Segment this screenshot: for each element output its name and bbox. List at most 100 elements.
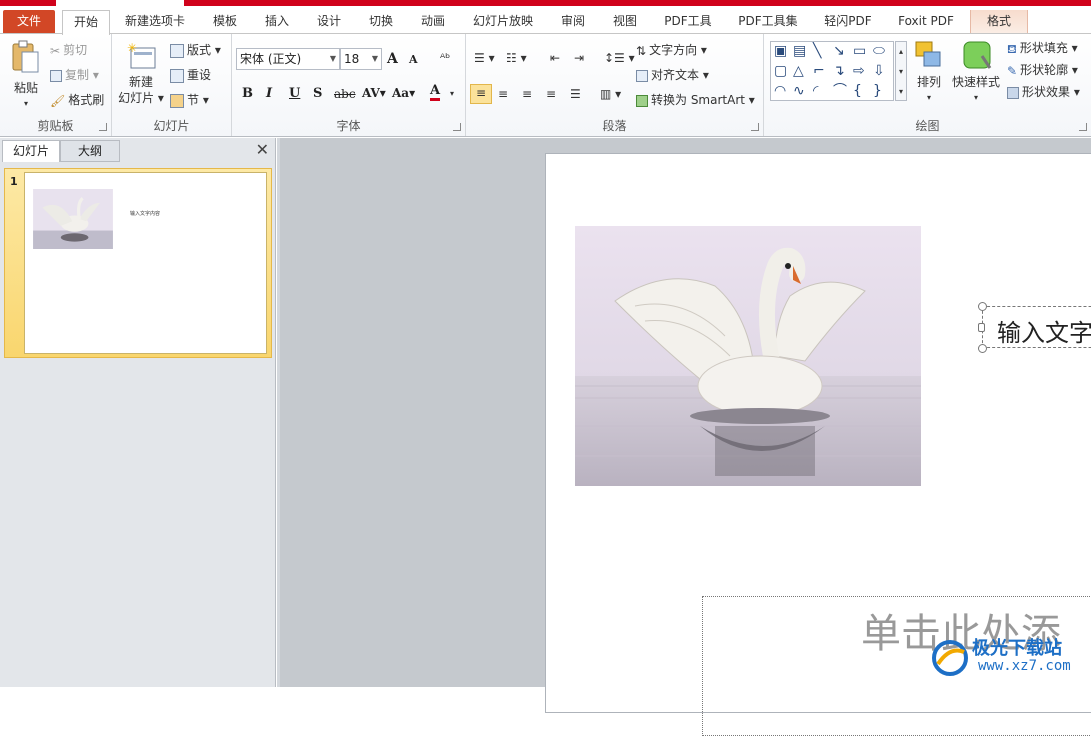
swan-image[interactable] [575, 226, 921, 486]
decrease-indent-button[interactable]: ⇤ [550, 50, 560, 66]
tab-file[interactable]: 文件 [3, 10, 55, 34]
tab-slideshow[interactable]: 幻灯片放映 [466, 10, 540, 34]
right-brace-shape-icon[interactable]: } [873, 84, 882, 98]
shrink-font-button[interactable]: A [409, 53, 418, 66]
line-shape-icon[interactable]: ╲ [813, 44, 821, 58]
strikethrough-button[interactable]: abc [334, 87, 356, 101]
tab-review[interactable]: 审阅 [552, 10, 594, 34]
left-brace-shape-icon[interactable]: { [853, 84, 862, 98]
align-right-button[interactable]: ≡ [522, 86, 532, 102]
slide-thumbnail-selected[interactable]: 1 输入文字内容 [4, 168, 272, 358]
bold-button[interactable]: B [242, 86, 253, 101]
layout-button[interactable]: 版式 ▾ [170, 42, 221, 58]
arrange-icon [915, 41, 941, 67]
copy-button[interactable]: 复制 ▾ [50, 67, 99, 83]
textbox-shape-icon[interactable]: ▣ [774, 44, 787, 58]
triangle-shape-icon[interactable]: △ [793, 64, 804, 78]
down-arrow-shape-icon[interactable]: ⇩ [873, 64, 885, 78]
resize-handle-top-left[interactable] [978, 302, 987, 311]
char-spacing-label: AV [362, 86, 380, 100]
clear-format-icon[interactable]: ᴬᵇ [440, 50, 450, 66]
tab-format[interactable]: 格式 [970, 10, 1028, 34]
tab-transitions[interactable]: 切换 [360, 10, 402, 34]
resize-handle-bottom-left[interactable] [978, 344, 987, 353]
brush-icon: 🖌 [50, 93, 66, 108]
align-center-button[interactable]: ≡ [498, 86, 508, 102]
shape-fill-button[interactable]: ⛾ 形状填充 ▾ [1007, 40, 1078, 57]
format-painter-button[interactable]: 🖌 格式刷 [50, 92, 104, 109]
resize-handle-left[interactable] [978, 323, 985, 332]
quick-styles-label: 快速样式 [951, 75, 1000, 89]
bullets-button[interactable]: ☰ ▾ [474, 50, 495, 66]
wave-shape-icon[interactable]: ⌒ [833, 84, 847, 98]
char-spacing-button[interactable]: AV▾ [362, 86, 386, 100]
smartart-label: 转换为 SmartArt [651, 93, 745, 107]
right-arrow-shape-icon[interactable]: ⇨ [853, 64, 865, 78]
distribute-button[interactable]: ☰ [570, 86, 581, 102]
smartart-button[interactable]: 转换为 SmartArt ▾ [636, 92, 755, 108]
slide-thumbnail[interactable]: 输入文字内容 [24, 172, 267, 354]
paste-button[interactable]: 粘贴 ▾ [8, 40, 44, 116]
columns-button[interactable]: ▥ ▾ [600, 86, 621, 102]
drawing-launcher-icon[interactable] [1079, 123, 1087, 131]
underline-button[interactable]: U [289, 86, 300, 101]
rounded-rect-shape-icon[interactable]: ▢ [774, 64, 787, 78]
shapes-scroll[interactable]: ▴ ▾ ▾ [895, 41, 907, 101]
font-size-select[interactable]: 18 ▼ [340, 48, 382, 70]
font-size-dropdown-icon: ▼ [371, 54, 378, 63]
slide-canvas: 输入文字 单击此处添 [280, 138, 1091, 736]
change-case-button[interactable]: Aa▾ [392, 86, 415, 100]
justify-button[interactable]: ≡ [546, 86, 556, 102]
text-box[interactable]: 输入文字 [978, 302, 1091, 353]
tab-outline-pane[interactable]: 大纲 [60, 140, 120, 162]
rect-shape-icon[interactable]: ▭ [853, 44, 866, 58]
section-button[interactable]: 节 ▾ [170, 92, 209, 108]
clipboard-launcher-icon[interactable] [99, 123, 107, 131]
tab-view[interactable]: 视图 [604, 10, 646, 34]
shadow-button[interactable]: S [313, 86, 322, 101]
tab-template[interactable]: 模板 [204, 10, 246, 34]
close-pane-icon[interactable]: ✕ [256, 140, 269, 159]
shape-effects-button[interactable]: 形状效果 ▾ [1007, 84, 1080, 100]
quick-styles-button[interactable]: 快速样式 ▾ [950, 40, 1002, 106]
font-color-dropdown-icon[interactable]: ▾ [450, 86, 454, 102]
tab-foxit-pdf[interactable]: Foxit PDF [892, 10, 960, 34]
oval-shape-icon[interactable]: ⬭ [873, 44, 885, 58]
align-left-button[interactable]: ≡ [470, 84, 492, 104]
grow-font-button[interactable]: A [387, 51, 398, 67]
align-text-button[interactable]: 对齐文本 ▾ [636, 67, 709, 83]
shapes-gallery[interactable]: ▣ ▤ ╲ ↘ ▭ ⬭ ▢ △ ⌐ ↴ ⇨ ⇩ ◠ ∿ ◜ ⌒ { } [770, 41, 894, 101]
shape-outline-button[interactable]: ✎ 形状轮廓 ▾ [1007, 62, 1078, 79]
text-box-content[interactable]: 输入文字 [997, 313, 1091, 348]
numbering-button[interactable]: ☷ ▾ [506, 50, 527, 66]
tab-new[interactable]: 新建选项卡 [118, 10, 192, 34]
vtextbox-shape-icon[interactable]: ▤ [793, 44, 806, 58]
freeform-shape-icon[interactable]: ◠ [774, 84, 786, 98]
text-direction-button[interactable]: ⇅ 文字方向 ▾ [636, 42, 707, 59]
new-slide-button[interactable]: ✳ 新建 幻灯片 ▾ [118, 41, 164, 106]
paragraph-launcher-icon[interactable] [751, 123, 759, 131]
italic-button[interactable]: I [266, 86, 272, 101]
font-color-button[interactable]: A [430, 84, 441, 101]
arrange-button[interactable]: 排列 ▾ [912, 40, 946, 106]
cut-button[interactable]: ✂ 剪切 [50, 42, 87, 59]
font-launcher-icon[interactable] [453, 123, 461, 131]
arrow-line-shape-icon[interactable]: ↘ [833, 44, 845, 58]
increase-indent-button[interactable]: ⇥ [574, 50, 584, 66]
reset-button[interactable]: 重设 [170, 67, 211, 83]
tab-insert[interactable]: 插入 [256, 10, 298, 34]
tab-home[interactable]: 开始 [62, 10, 110, 35]
elbow-shape-icon[interactable]: ⌐ [813, 64, 825, 78]
arc-shape-icon[interactable]: ◜ [813, 84, 818, 98]
tab-slides-pane[interactable]: 幻灯片 [2, 140, 60, 162]
tab-qingshan-pdf[interactable]: 轻闪PDF [818, 10, 878, 34]
tab-animations[interactable]: 动画 [412, 10, 454, 34]
elbow-arrow-shape-icon[interactable]: ↴ [833, 64, 845, 78]
tab-pdf-toolset[interactable]: PDF工具集 [730, 10, 806, 34]
scribble-shape-icon[interactable]: ∿ [793, 84, 805, 98]
copy-icon [50, 69, 62, 82]
line-spacing-button[interactable]: ↕☰ ▾ [604, 50, 635, 66]
font-name-select[interactable]: 宋体 (正文) ▼ [236, 48, 340, 70]
tab-pdf-tools[interactable]: PDF工具 [658, 10, 718, 34]
tab-design[interactable]: 设计 [308, 10, 350, 34]
